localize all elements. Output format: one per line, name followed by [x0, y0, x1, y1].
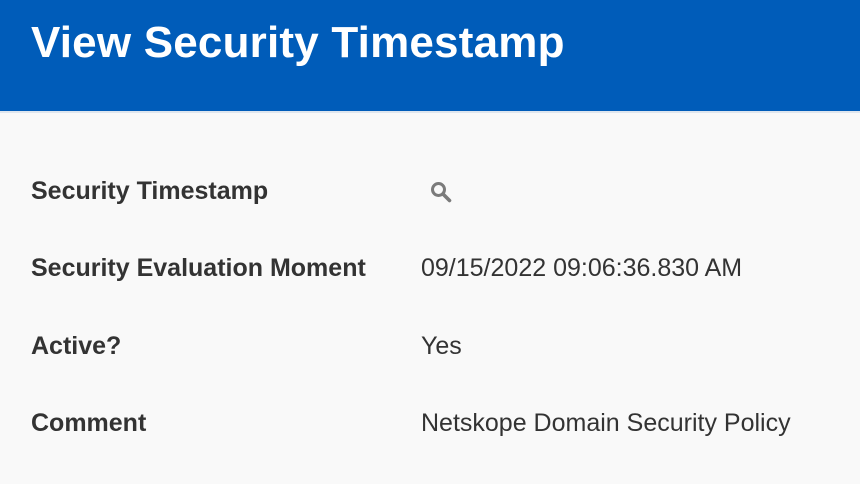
field-value-security-evaluation-moment: 09/15/2022 09:06:36.830 AM	[421, 254, 743, 282]
field-row-security-evaluation-moment: Security Evaluation Moment 09/15/2022 09…	[0, 248, 860, 288]
page-title: View Security Timestamp	[31, 18, 565, 67]
page-header: View Security Timestamp	[0, 0, 860, 113]
field-value-comment: Netskope Domain Security Policy	[421, 409, 791, 437]
field-row-security-timestamp: Security Timestamp	[0, 171, 860, 211]
field-label-active: Active?	[31, 332, 122, 360]
details-panel: Security Timestamp Security Evaluation M…	[0, 115, 860, 484]
field-row-active: Active? Yes	[0, 326, 860, 366]
field-value-active: Yes	[421, 332, 462, 360]
field-label-security-evaluation-moment: Security Evaluation Moment	[31, 254, 366, 282]
search-icon	[431, 182, 452, 203]
field-label-comment: Comment	[31, 409, 147, 437]
search-prompt-button[interactable]	[424, 177, 458, 207]
field-row-comment: Comment Netskope Domain Security Policy	[0, 403, 860, 443]
field-label-security-timestamp: Security Timestamp	[31, 177, 269, 205]
